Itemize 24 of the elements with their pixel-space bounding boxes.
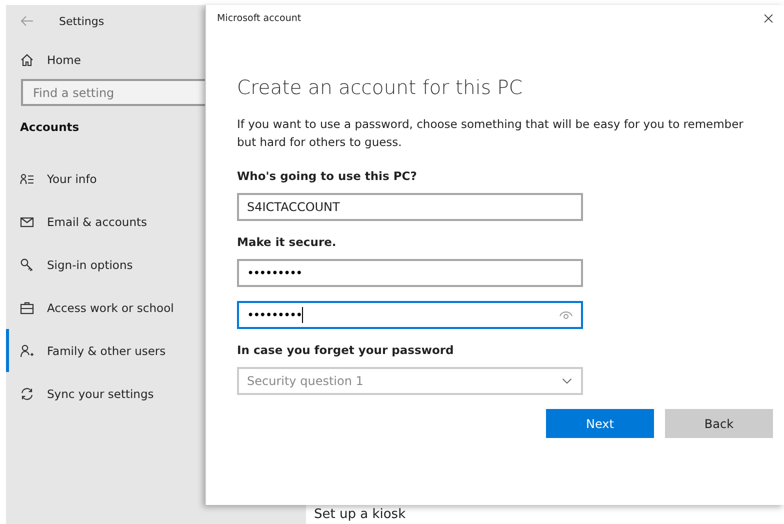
key-icon: [20, 258, 34, 272]
back-button[interactable]: Back: [665, 409, 773, 438]
briefcase-icon: [20, 300, 34, 314]
person-list-icon: [20, 172, 34, 186]
password-field[interactable]: •••••••••: [237, 301, 583, 329]
next-button[interactable]: Next: [546, 409, 654, 438]
field-label: Who's going to use this PC?: [237, 169, 418, 183]
window-title: Settings: [59, 14, 104, 28]
person-add-icon: [20, 344, 34, 358]
section-heading: Accounts: [20, 120, 80, 134]
field-label: Make it secure.: [237, 235, 338, 249]
back-arrow-icon: [20, 14, 34, 28]
envelope-icon: [20, 214, 34, 228]
close-icon: [763, 13, 774, 24]
background-text: Set up a kiosk: [314, 507, 406, 522]
input-field[interactable]: S4ICTACCOUNT: [237, 193, 583, 221]
dialog-title: Microsoft account: [217, 13, 302, 24]
password-field[interactable]: •••••••••: [237, 259, 583, 287]
home-nav-item[interactable]: Home: [20, 41, 306, 79]
dialog-heading: Create an account for this PC: [237, 76, 524, 99]
home-icon: [20, 53, 34, 67]
sync-icon: [20, 386, 34, 400]
intro-text: If you want to use a password, choose something that will be easy for you to remember but hard for others to guess.: [237, 116, 744, 151]
security-question-dropdown[interactable]: Security question 1: [237, 367, 583, 395]
